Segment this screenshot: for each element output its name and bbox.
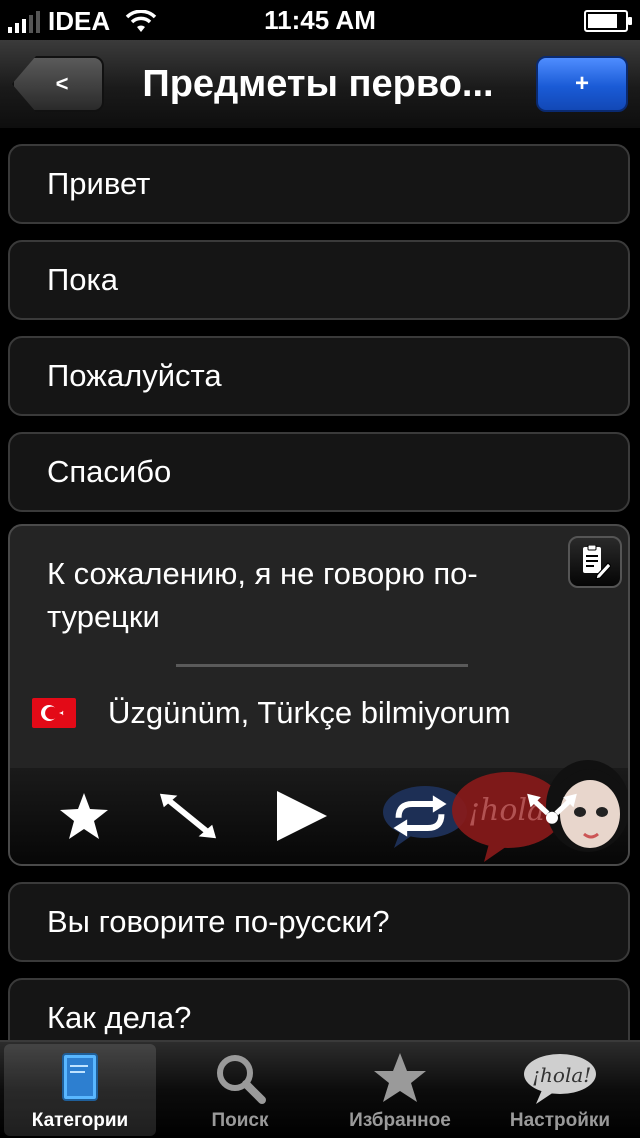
expanded-phrase-card[interactable]: К сожалению, я не говорю по-турецки Üzgü… — [8, 524, 630, 866]
phrase-list[interactable]: Привет Пока Пожалуйста Спасибо К сожален… — [0, 130, 640, 1042]
list-item[interactable]: Пока — [8, 240, 630, 320]
tab-favorites[interactable]: Избранное — [324, 1044, 476, 1136]
tab-label: Поиск — [211, 1110, 269, 1131]
add-button[interactable]: + — [536, 56, 628, 112]
turkey-flag-icon — [32, 698, 76, 728]
list-item[interactable]: Привет — [8, 144, 630, 224]
tab-categories[interactable]: Категории — [4, 1044, 156, 1136]
list-item[interactable]: Спасибо — [8, 432, 630, 512]
phrase-actions-toolbar: ¡hola! — [10, 760, 628, 864]
share-arrows-icon — [527, 793, 577, 824]
repeat-icon — [393, 795, 447, 837]
battery-icon — [584, 10, 632, 32]
list-item[interactable]: Вы говорите по-русски? — [8, 882, 630, 962]
expand-button[interactable] — [158, 786, 218, 846]
battery-level — [588, 14, 617, 28]
tab-label: Категории — [31, 1110, 129, 1131]
notepad-icon — [583, 545, 611, 579]
status-time: 11:45 AM — [264, 5, 376, 35]
book-icon — [62, 1053, 98, 1101]
tab-bar: Категории Поиск Избранное ¡hola! Настрой… — [0, 1040, 640, 1138]
note-edit-button[interactable] — [568, 536, 622, 588]
repeat-button[interactable] — [390, 786, 450, 846]
translation-text: Üzgünüm, Türkçe bilmiyorum — [108, 695, 511, 730]
tab-label: Настройки — [509, 1110, 611, 1131]
hola-text: ¡hola! — [532, 1063, 591, 1087]
list-item[interactable]: Пожалуйста — [8, 336, 630, 416]
play-button[interactable] — [272, 786, 332, 846]
star-icon — [374, 1053, 426, 1102]
play-icon — [277, 791, 327, 841]
tab-label: Избранное — [349, 1110, 451, 1131]
status-bar: IDEA 11:45 AM — [0, 0, 640, 40]
navigation-bar: < Предметы перво... + — [0, 40, 640, 130]
favorite-button[interactable] — [54, 786, 114, 846]
share-button[interactable] — [522, 786, 582, 846]
hola-bubble-icon: ¡hola! — [524, 1054, 596, 1104]
phrase-text: К сожалению, я не говорю по-турецки — [47, 556, 478, 634]
search-icon — [217, 1055, 266, 1104]
back-button[interactable]: < — [12, 56, 104, 112]
list-item[interactable]: Как дела? — [8, 978, 630, 1042]
page-title: Предметы перво... — [142, 63, 494, 105]
tab-search[interactable]: Поиск — [164, 1044, 316, 1136]
star-icon — [60, 793, 108, 839]
tab-settings[interactable]: ¡hola! Настройки — [484, 1044, 636, 1136]
expand-arrows-icon — [159, 793, 217, 839]
divider — [176, 664, 468, 667]
